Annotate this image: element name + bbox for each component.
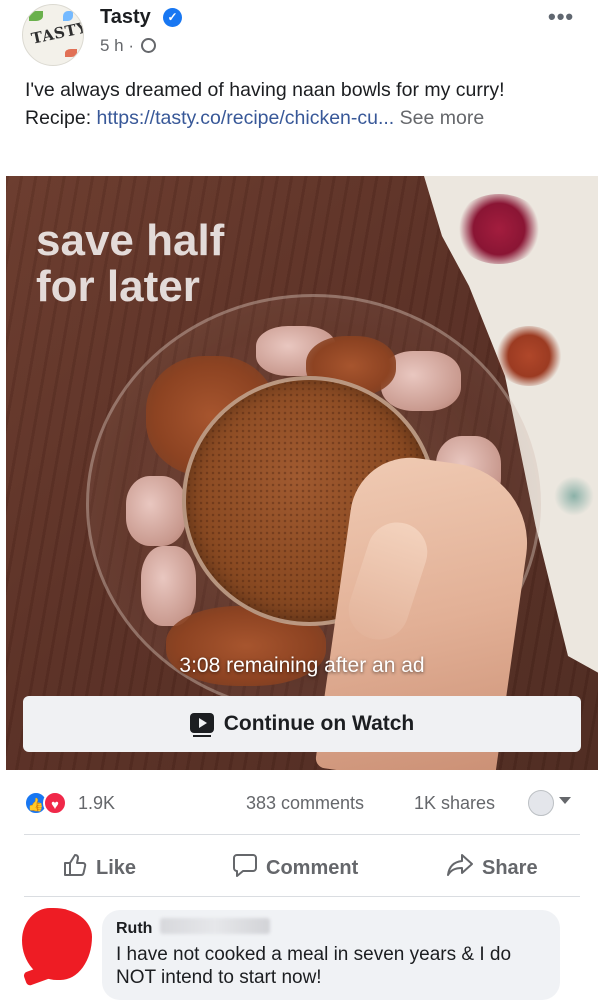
comment-bubble-icon bbox=[232, 852, 258, 884]
recipe-link[interactable]: https://tasty.co/recipe/chicken-cu... bbox=[97, 107, 395, 129]
commenter-avatar[interactable] bbox=[20, 908, 94, 987]
globe-icon bbox=[140, 38, 156, 53]
caption-text: I've always dreamed of having naan bowls… bbox=[25, 79, 505, 101]
commenter-name[interactable]: Ruth bbox=[116, 920, 152, 938]
page-avatar[interactable]: TASTY bbox=[22, 4, 84, 66]
see-more-link[interactable]: See more bbox=[394, 107, 485, 129]
comment-text: I have not cooked a meal in seven years … bbox=[116, 944, 512, 988]
watch-play-icon bbox=[189, 713, 214, 737]
flower-pattern bbox=[494, 326, 564, 386]
share-label: Share bbox=[482, 857, 538, 879]
recipe-label: Recipe: bbox=[25, 107, 97, 129]
page-name[interactable]: Tasty bbox=[100, 6, 151, 29]
divider bbox=[24, 896, 580, 897]
comment-bubble: Ruth I have not cooked a meal in seven y… bbox=[102, 910, 560, 1000]
post-header: TASTY Tasty ✓ 5 h · ••• bbox=[0, 0, 600, 66]
continue-label: Continue on Watch bbox=[223, 712, 415, 735]
like-button[interactable]: Like bbox=[62, 852, 136, 884]
love-reaction-icon: ♥ bbox=[43, 791, 67, 815]
share-arrow-icon bbox=[446, 852, 474, 884]
verified-badge-icon: ✓ bbox=[163, 8, 182, 27]
name-redaction bbox=[160, 918, 270, 934]
reactions-count: 1.9K bbox=[78, 793, 116, 813]
comment-label: Comment bbox=[266, 857, 359, 879]
post-meta: 5 h · bbox=[100, 36, 156, 56]
post-caption: I've always dreamed of having naan bowls… bbox=[25, 76, 580, 132]
thumbs-up-icon bbox=[62, 852, 88, 884]
overlay-title-line2: for later bbox=[36, 262, 200, 311]
like-label: Like bbox=[96, 857, 137, 879]
viewer-avatar[interactable] bbox=[528, 790, 554, 816]
flower-pattern bbox=[454, 194, 544, 264]
flower-pattern bbox=[554, 476, 594, 516]
share-button[interactable]: Share bbox=[446, 852, 538, 884]
comments-count[interactable]: 383 comments bbox=[246, 793, 364, 814]
avatar-leaf-decoration bbox=[29, 11, 43, 21]
overlay-title-line1: save half bbox=[36, 216, 225, 265]
continue-on-watch-button[interactable]: Continue on Watch bbox=[23, 696, 581, 752]
video-player[interactable]: save half for later 3:08 remaining after… bbox=[6, 176, 598, 770]
avatar-leaf-decoration bbox=[65, 49, 77, 57]
chicken-piece bbox=[126, 476, 186, 546]
post-time[interactable]: 5 h · bbox=[100, 36, 134, 55]
chicken-piece bbox=[141, 546, 196, 626]
caret-down-icon[interactable] bbox=[559, 797, 571, 804]
remaining-time-text: 3:08 remaining after an ad bbox=[179, 654, 425, 677]
avatar-leaf-decoration bbox=[63, 11, 73, 21]
avatar-logo-text: TASTY bbox=[29, 18, 84, 48]
more-options-icon[interactable]: ••• bbox=[548, 4, 574, 30]
shares-count[interactable]: 1K shares bbox=[414, 793, 495, 814]
video-overlay-title: save half for later bbox=[36, 218, 224, 310]
comment-button[interactable]: Comment bbox=[232, 852, 358, 884]
divider bbox=[24, 834, 580, 835]
